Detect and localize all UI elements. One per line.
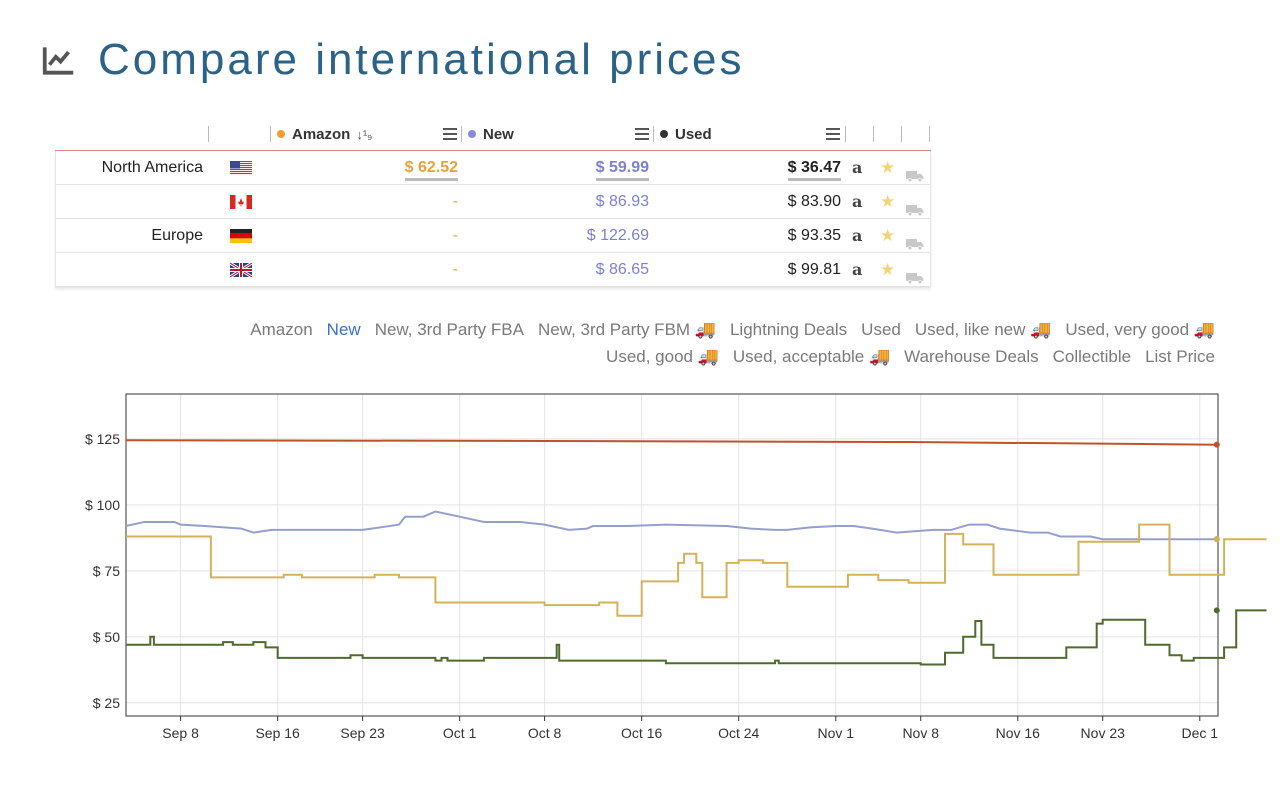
star-icon[interactable]: ★	[880, 219, 895, 252]
page-header: Compare international prices	[40, 30, 745, 90]
amazon-price[interactable]: -	[306, 219, 458, 252]
menu-icon[interactable]	[826, 128, 840, 140]
x-tick-label: Nov 1	[818, 725, 855, 741]
flag-gb-icon	[229, 261, 253, 279]
legend-item[interactable]: Used, very good 🚚	[1065, 320, 1215, 339]
amazon-logo-icon[interactable]: a	[852, 185, 862, 218]
new-price[interactable]: $ 86.93	[496, 185, 649, 218]
legend-item[interactable]: Amazon	[250, 320, 312, 339]
table-row: - $ 86.65 $ 99.81 a ★	[56, 253, 930, 287]
y-tick-label: $ 125	[85, 431, 120, 447]
amazon-logo-icon[interactable]: a	[852, 219, 862, 252]
x-tick-label: Nov 23	[1081, 725, 1126, 741]
amazon-price[interactable]: -	[306, 185, 458, 218]
series-endpoint	[1213, 536, 1220, 543]
price-table: Amazon ↓¹₉ New Used North America $ 62.52…	[55, 118, 931, 288]
series-line	[125, 510, 1218, 541]
column-separator	[208, 126, 209, 142]
x-tick-label: Oct 1	[443, 725, 477, 741]
legend-item[interactable]: Collectible	[1053, 347, 1131, 366]
column-separator	[929, 126, 930, 142]
truck-icon[interactable]	[906, 161, 924, 183]
star-icon[interactable]: ★	[880, 185, 895, 218]
x-tick-label: Dec 1	[1182, 725, 1219, 741]
flag-ca-icon	[230, 195, 252, 209]
column-separator	[901, 126, 902, 142]
new-price[interactable]: $ 59.99	[496, 151, 649, 184]
amazon-price[interactable]: -	[306, 253, 458, 286]
x-tick-label: Sep 23	[340, 725, 385, 741]
menu-icon[interactable]	[443, 128, 457, 140]
column-header-used[interactable]: Used	[660, 118, 712, 150]
new-dot-icon	[468, 130, 476, 138]
chart-line-icon	[42, 47, 74, 75]
table-row: - $ 86.93 $ 83.90 a ★	[56, 185, 930, 219]
y-tick-label: $ 75	[93, 563, 120, 579]
y-tick-label: $ 25	[93, 695, 120, 711]
menu-icon[interactable]	[635, 128, 649, 140]
legend-item[interactable]: New, 3rd Party FBA	[375, 320, 524, 339]
legend-item[interactable]: Used, acceptable 🚚	[733, 347, 890, 366]
flag-us-icon	[230, 161, 252, 175]
page-title: Compare international prices	[98, 35, 745, 84]
star-icon[interactable]: ★	[880, 253, 895, 286]
column-separator	[845, 126, 846, 142]
used-price[interactable]: $ 93.35	[696, 219, 841, 252]
price-history-chart: Sep 8 Sep 16 Sep 23 Oct 1 Oct 8 Oct 16 Oct 24 N…	[85, 393, 1267, 741]
y-tick-label: $ 50	[93, 629, 120, 645]
used-price[interactable]: $ 99.81	[696, 253, 841, 286]
table-header: Amazon ↓¹₉ New Used	[55, 118, 931, 151]
column-header-amazon[interactable]: Amazon ↓¹₉	[277, 118, 372, 150]
new-price[interactable]: $ 122.69	[496, 219, 649, 252]
column-separator	[270, 126, 271, 142]
truck-icon[interactable]	[906, 229, 924, 251]
column-separator	[461, 126, 462, 142]
used-price[interactable]: $ 83.90	[696, 185, 841, 218]
region-label: North America	[101, 159, 203, 176]
used-dot-icon	[660, 130, 668, 138]
used-price[interactable]: $ 36.47	[696, 151, 841, 184]
sort-icon[interactable]: ↓¹₉	[356, 127, 372, 142]
legend-item[interactable]: Used, like new 🚚	[915, 320, 1051, 339]
amazon-price[interactable]: $ 62.52	[306, 151, 458, 184]
x-tick-label: Sep 8	[162, 725, 199, 741]
x-tick-label: Oct 24	[718, 725, 759, 741]
star-icon[interactable]: ★	[880, 151, 895, 184]
legend-item[interactable]: New, 3rd Party FBM 🚚	[538, 320, 716, 339]
x-tick-label: Nov 8	[902, 725, 939, 741]
legend-item[interactable]: New	[327, 320, 361, 339]
column-separator	[873, 126, 874, 142]
amazon-logo-icon[interactable]: a	[852, 151, 862, 184]
truck-icon[interactable]	[906, 263, 924, 285]
x-tick-label: Oct 16	[621, 725, 662, 741]
x-tick-label: Sep 16	[255, 725, 300, 741]
region-label: Europe	[151, 227, 203, 244]
x-tick-label: Oct 8	[528, 725, 562, 741]
legend-item[interactable]: List Price	[1145, 347, 1215, 366]
legend-item[interactable]: Used	[861, 320, 901, 339]
series-endpoint	[1213, 607, 1220, 614]
series-endpoint	[1213, 441, 1220, 448]
table-row: North America $ 62.52 $ 59.99 $ 36.47 a ★	[56, 151, 930, 185]
legend-item[interactable]: Used, good 🚚	[606, 347, 719, 366]
column-header-new[interactable]: New	[468, 118, 514, 150]
legend-item[interactable]: Warehouse Deals	[904, 347, 1039, 366]
y-tick-label: $ 100	[85, 497, 120, 513]
series-line	[125, 439, 1219, 446]
table-row: Europe - $ 122.69 $ 93.35 a ★	[56, 219, 930, 253]
chart-legend: Amazon New New, 3rd Party FBA New, 3rd Part…	[115, 316, 1215, 370]
column-separator	[653, 126, 654, 142]
new-price[interactable]: $ 86.65	[496, 253, 649, 286]
region-label	[43, 253, 203, 286]
x-tick-label: Nov 16	[996, 725, 1041, 741]
truck-icon[interactable]	[906, 195, 924, 217]
series-line	[126, 609, 1267, 666]
flag-de-icon	[230, 229, 252, 243]
legend-item[interactable]: Lightning Deals	[730, 320, 847, 339]
amazon-logo-icon[interactable]: a	[852, 253, 862, 286]
region-label	[43, 185, 203, 218]
amazon-dot-icon	[277, 130, 285, 138]
